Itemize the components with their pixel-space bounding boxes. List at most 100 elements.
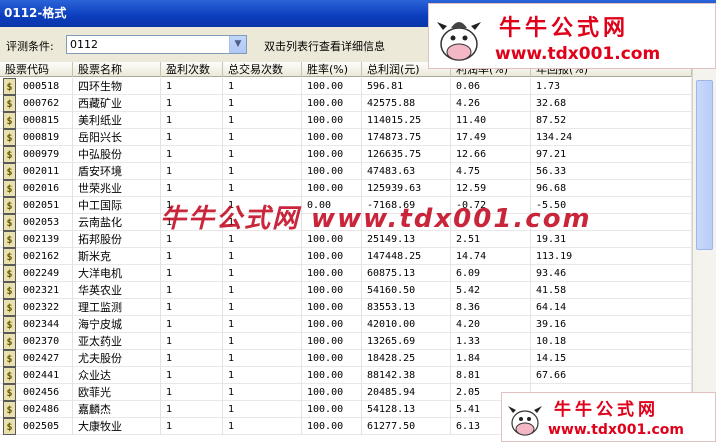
table-row[interactable]: $000518 四环生物 1 1 100.00 596.81 0.06 1.73: [0, 78, 692, 95]
stock-icon: $: [3, 112, 16, 129]
cell-total: 1: [223, 163, 302, 180]
filter-select[interactable]: 0112 ▼: [66, 35, 247, 54]
stock-icon: $: [3, 299, 16, 316]
cell-name: 众业达: [73, 367, 161, 384]
cell-total: 1: [223, 401, 302, 418]
cell-annual: 97.21: [531, 146, 692, 163]
cell-code: 000819: [18, 129, 73, 146]
watermark-center-text: 牛牛公式网 www.tdx001.com: [160, 204, 592, 234]
table-row[interactable]: $002162 斯米克 1 1 100.00 147448.25 14.74 113.19: [0, 248, 692, 265]
cell-profit: 18428.25: [362, 350, 451, 367]
vertical-scrollbar[interactable]: [692, 62, 716, 442]
cell-profit: 125939.63: [362, 180, 451, 197]
cell-margin: 4.75: [451, 163, 531, 180]
table-row[interactable]: $000815 美利纸业 1 1 100.00 114015.25 11.40 87.52: [0, 112, 692, 129]
cell-win: 1: [161, 180, 223, 197]
cell-name: 理工监测: [73, 299, 161, 316]
column-header-total[interactable]: 总交易次数: [223, 62, 302, 77]
cell-rate: 100.00: [302, 401, 362, 418]
table-row[interactable]: $000762 西藏矿业 1 1 100.00 42575.88 4.26 32.68: [0, 95, 692, 112]
cell-name: 岳阳兴长: [73, 129, 161, 146]
cell-name: 盾安环境: [73, 163, 161, 180]
table-row[interactable]: $002370 亚太药业 1 1 100.00 13265.69 1.33 10.18: [0, 333, 692, 350]
cell-name: 嘉麟杰: [73, 401, 161, 418]
cell-code: 000979: [18, 146, 73, 163]
cell-annual: 1.73: [531, 78, 692, 95]
watermark-url: www.tdx001.com: [548, 422, 685, 438]
cell-margin: 14.74: [451, 248, 531, 265]
cell-rate: 100.00: [302, 367, 362, 384]
cell-rate: 100.00: [302, 248, 362, 265]
cell-total: 1: [223, 367, 302, 384]
cell-name: 海宁皮城: [73, 316, 161, 333]
column-header-code[interactable]: 股票代码: [0, 62, 73, 77]
table-row[interactable]: $002016 世荣兆业 1 1 100.00 125939.63 12.59 96.68: [0, 180, 692, 197]
table-row[interactable]: $002321 华英农业 1 1 100.00 54160.50 5.42 41.58: [0, 282, 692, 299]
cell-profit: 61277.50: [362, 418, 451, 435]
cell-win: 1: [161, 333, 223, 350]
cell-rate: 100.00: [302, 265, 362, 282]
column-header-name[interactable]: 股票名称: [73, 62, 161, 77]
cell-margin: 8.36: [451, 299, 531, 316]
cell-annual: 10.18: [531, 333, 692, 350]
cell-total: 1: [223, 384, 302, 401]
cell-margin: 17.49: [451, 129, 531, 146]
cell-profit: 60875.13: [362, 265, 451, 282]
stock-icon: $: [3, 333, 16, 350]
stock-icon: $: [3, 78, 16, 95]
column-header-win[interactable]: 盈利次数: [161, 62, 223, 77]
cell-name: 美利纸业: [73, 112, 161, 129]
cell-annual: 56.33: [531, 163, 692, 180]
cell-name: 欧菲光: [73, 384, 161, 401]
column-header-rate[interactable]: 胜率(%): [302, 62, 362, 77]
chevron-down-icon[interactable]: ▼: [229, 36, 246, 53]
scrollbar-thumb[interactable]: [696, 80, 713, 250]
stock-icon: $: [3, 197, 16, 214]
stock-icon: $: [3, 146, 16, 163]
cell-profit: 54128.13: [362, 401, 451, 418]
cell-total: 1: [223, 299, 302, 316]
cell-code: 002139: [18, 231, 73, 248]
table-row[interactable]: $002344 海宁皮城 1 1 100.00 42010.00 4.20 39.16: [0, 316, 692, 333]
cell-name: 西藏矿业: [73, 95, 161, 112]
table-row[interactable]: $000819 岳阳兴长 1 1 100.00 174873.75 17.49 134.24: [0, 129, 692, 146]
cell-win: 1: [161, 265, 223, 282]
cell-name: 斯米克: [73, 248, 161, 265]
watermark-logo-bottom: 牛牛公式网 www.tdx001.com: [501, 392, 716, 442]
table-row[interactable]: $002427 尤夫股份 1 1 100.00 18428.25 1.84 14.15: [0, 350, 692, 367]
stock-icon: $: [3, 350, 16, 367]
cell-margin: 0.06: [451, 78, 531, 95]
cell-total: 1: [223, 95, 302, 112]
cell-total: 1: [223, 265, 302, 282]
cell-margin: 11.40: [451, 112, 531, 129]
table-row[interactable]: $002249 大洋电机 1 1 100.00 60875.13 6.09 93.46: [0, 265, 692, 282]
cell-name: 拓邦股份: [73, 231, 161, 248]
table-row[interactable]: $000979 中弘股份 1 1 100.00 126635.75 12.66 97.21: [0, 146, 692, 163]
filter-hint: 双击列表行查看详细信息: [264, 40, 385, 53]
cell-win: 1: [161, 384, 223, 401]
cell-code: 002016: [18, 180, 73, 197]
stock-icon: $: [3, 129, 16, 146]
cell-annual: 41.58: [531, 282, 692, 299]
cell-rate: 100.00: [302, 350, 362, 367]
cell-rate: 100.00: [302, 146, 362, 163]
stock-icon: $: [3, 282, 16, 299]
table-row[interactable]: $002322 理工监测 1 1 100.00 83553.13 8.36 64.14: [0, 299, 692, 316]
cell-rate: 100.00: [302, 418, 362, 435]
cell-code: 000762: [18, 95, 73, 112]
cell-win: 1: [161, 146, 223, 163]
cell-profit: 42010.00: [362, 316, 451, 333]
table-row[interactable]: $002441 众业达 1 1 100.00 88142.38 8.81 67.66: [0, 367, 692, 384]
cell-win: 1: [161, 350, 223, 367]
cell-total: 1: [223, 282, 302, 299]
cell-win: 1: [161, 401, 223, 418]
cell-profit: 126635.75: [362, 146, 451, 163]
table-row[interactable]: $002011 盾安环境 1 1 100.00 47483.63 4.75 56.33: [0, 163, 692, 180]
cell-total: 1: [223, 350, 302, 367]
cell-win: 1: [161, 367, 223, 384]
cell-margin: 12.59: [451, 180, 531, 197]
cell-code: 002051: [18, 197, 73, 214]
cell-total: 1: [223, 418, 302, 435]
watermark-logo-top: 牛牛公式网 www.tdx001.com: [428, 3, 716, 69]
cell-code: 002322: [18, 299, 73, 316]
